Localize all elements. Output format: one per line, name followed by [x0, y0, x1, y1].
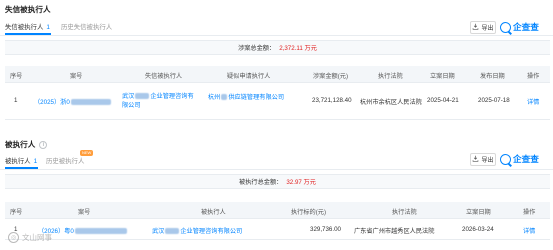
redacted-applicant-name: [221, 94, 228, 101]
applicant-name-start: 杭州: [208, 94, 221, 101]
party-name-end: 企业管理咨询有限公司: [180, 228, 243, 235]
col-index: 序号: [10, 209, 23, 216]
case-number-text: （2025）浙0: [34, 99, 70, 106]
summary-amount: 32.97 万元: [286, 179, 316, 186]
redacted-party-name: [165, 228, 180, 235]
party-name-line2: 限公司: [122, 102, 141, 109]
col-action: 操作: [523, 209, 536, 216]
col-case-number: 案号: [78, 209, 91, 216]
summary-amount: 2,372.11 万元: [279, 45, 317, 52]
col-dishonest-party: 失信被执行人: [145, 73, 183, 80]
party-name-start: 武汉: [152, 228, 165, 235]
table-header: [5, 66, 550, 83]
publish-date: 2025-07-18: [478, 97, 510, 104]
col-target-amount: 执行标的(元): [291, 209, 327, 216]
qcc-logo: 企查查: [500, 21, 539, 33]
court: 杭州市余杭区人民法院: [360, 99, 422, 106]
filing-date: 2025-04-21: [427, 97, 459, 104]
col-case-number: 案号: [70, 73, 83, 80]
court: 广东省广州市越秀区人民法院: [354, 228, 435, 235]
watermark: ◎ 文山网事: [8, 232, 52, 243]
redacted-party-name: [135, 93, 150, 100]
watermark-text: 文山网事: [22, 233, 52, 242]
new-badge: NEW: [80, 150, 94, 156]
tab-label: 被执行人: [5, 158, 31, 165]
tab-count: 1: [46, 24, 50, 31]
amount: 23,721,128.40: [312, 97, 352, 104]
export-label: 导出: [481, 158, 494, 164]
applicant[interactable]: 杭州 供应链管理有限公司: [208, 92, 284, 101]
party-name-start: 武汉: [122, 93, 135, 100]
tab-label: 历史被执行人: [46, 158, 85, 165]
redacted-case-number: [70, 99, 111, 106]
watermark-logo-icon: ◎: [8, 232, 19, 243]
download-icon: [472, 155, 479, 164]
col-index: 序号: [10, 73, 23, 80]
export-button[interactable]: 导出: [470, 21, 496, 34]
summary-label: 涉案总金额：: [238, 45, 276, 52]
col-filing-date: 立案日期: [466, 209, 491, 216]
redacted-case-number: [74, 228, 127, 235]
tab-divider: [0, 35, 553, 36]
tab-label: 失信被执行人: [5, 24, 44, 31]
details-link[interactable]: 详情: [527, 97, 539, 106]
tab-executed[interactable]: 被执行人 1: [5, 156, 37, 165]
export-button[interactable]: 导出: [470, 153, 496, 166]
case-number[interactable]: （2025）浙0: [34, 97, 111, 106]
tab-history-dishonest[interactable]: 历史失信被执行人: [61, 22, 112, 31]
qcc-logo-text: 企查查: [513, 22, 539, 32]
col-applicant: 疑似申请执行人: [227, 73, 271, 80]
tab-label: 历史失信被执行人: [61, 24, 113, 31]
row-index: 1: [14, 97, 18, 104]
section-title-executed: 被执行人 i: [5, 139, 48, 150]
col-publish-date: 发布日期: [480, 73, 505, 80]
col-court: 执行法院: [392, 209, 417, 216]
info-icon[interactable]: i: [39, 140, 48, 149]
download-icon: [472, 23, 479, 32]
summary-bar: 涉案总金额： 2,372.11 万元: [5, 40, 550, 55]
dishonest-party[interactable]: 武汉 企业管理咨询有 限公司: [122, 92, 194, 110]
qcc-logo: 企查查: [500, 153, 539, 165]
tab-divider: [0, 169, 553, 170]
qcc-logo-icon: [500, 153, 511, 165]
tab-count: 1: [33, 158, 38, 165]
col-amount: 涉案金额(元): [313, 73, 349, 80]
details-link[interactable]: 详情: [523, 226, 535, 235]
export-label: 导出: [481, 26, 494, 32]
section-title-text: 被执行人: [5, 140, 36, 149]
qcc-logo-text: 企查查: [513, 154, 539, 164]
col-filing-date: 立案日期: [430, 73, 455, 80]
tab-history-executed[interactable]: 历史被执行人: [46, 156, 84, 165]
summary-label: 被执行总金额：: [239, 179, 283, 186]
executed-party[interactable]: 武汉 企业管理咨询有限公司: [152, 226, 242, 235]
target-amount: 329,736.00: [310, 226, 341, 233]
filing-date: 2026-03-24: [462, 226, 494, 233]
summary-bar: 被执行总金额： 32.97 万元: [5, 174, 550, 189]
col-action: 操作: [527, 73, 540, 80]
party-name-end: 企业管理咨询有: [150, 93, 194, 100]
col-court: 执行法院: [378, 73, 403, 80]
applicant-name-end: 供应链管理有限公司: [228, 94, 285, 101]
section-title-dishonest: 失信被执行人: [5, 5, 51, 14]
qcc-logo-icon: [500, 21, 511, 33]
tab-dishonest-executed[interactable]: 失信被执行人 1: [5, 22, 50, 31]
col-executed-party: 被执行人: [201, 209, 226, 216]
